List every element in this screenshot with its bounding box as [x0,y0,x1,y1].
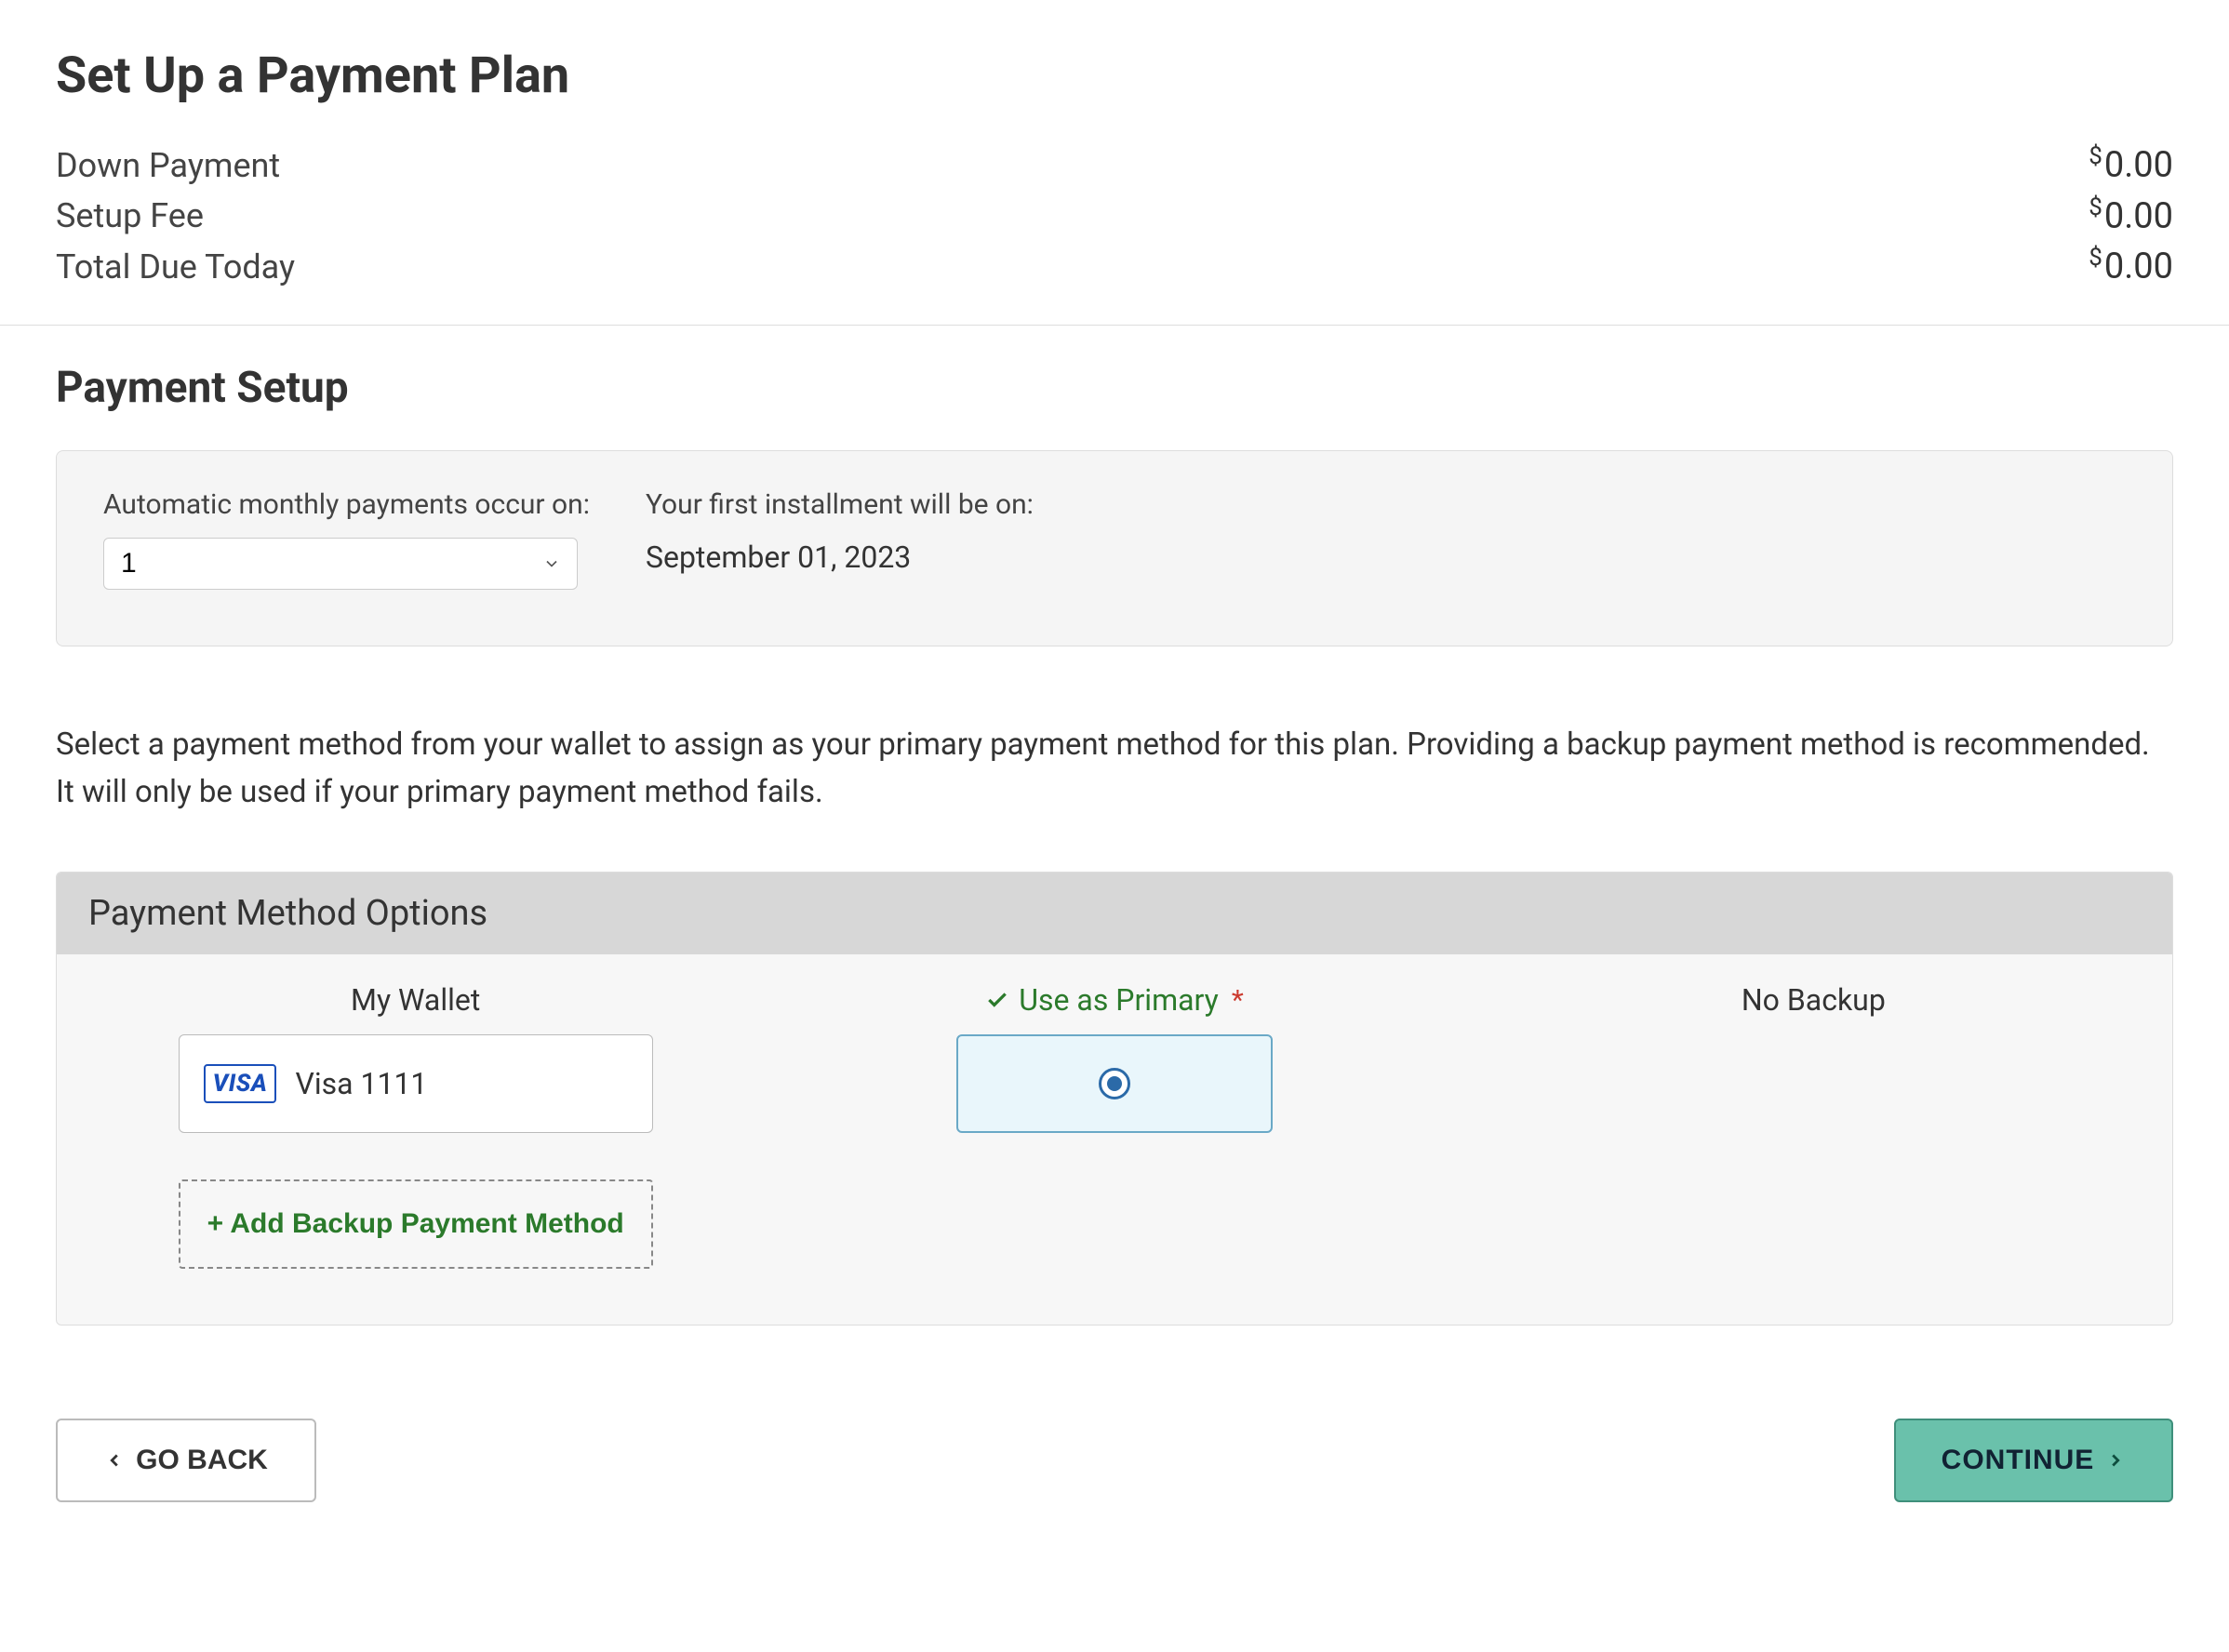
down-payment-amount: $0.00 [2089,142,2173,186]
use-as-primary-radio[interactable] [1099,1068,1130,1099]
payment-method-header: Payment Method Options [57,873,2172,954]
wallet-card[interactable]: VISA Visa 1111 [179,1034,653,1133]
check-icon [985,988,1009,1012]
page-title: Set Up a Payment Plan [56,47,2173,105]
total-due-row: Total Due Today $0.00 [56,244,2173,287]
add-backup-button[interactable]: + Add Backup Payment Method [179,1179,653,1269]
setup-fee-label: Setup Fee [56,196,204,235]
backup-column-header: No Backup [1742,982,1886,1034]
first-installment-label: Your first installment will be on: [646,488,1034,521]
continue-button[interactable]: CONTINUE [1894,1419,2173,1502]
setup-fee-row: Setup Fee $0.00 [56,193,2173,237]
payment-setup-title: Payment Setup [56,363,2173,413]
schedule-box: Automatic monthly payments occur on: 1 Y… [56,450,2173,646]
required-asterisk: * [1232,984,1244,1017]
help-text: Select a payment method from your wallet… [56,721,2173,816]
down-payment-label: Down Payment [56,146,280,185]
auto-payment-day-select[interactable]: 1 [103,538,578,590]
primary-column-header: Use as Primary * [985,982,1244,1034]
chevron-right-icon [2105,1450,2126,1471]
wallet-column-header: My Wallet [351,982,480,1034]
total-due-label: Total Due Today [56,247,295,286]
go-back-button[interactable]: GO BACK [56,1419,316,1502]
setup-fee-amount: $0.00 [2089,193,2173,237]
total-due-amount: $0.00 [2089,244,2173,287]
auto-payment-label: Automatic monthly payments occur on: [103,488,590,521]
visa-icon: VISA [204,1064,277,1103]
down-payment-row: Down Payment $0.00 [56,142,2173,186]
payment-method-box: Payment Method Options My Wallet Use as … [56,872,2173,1326]
divider [0,325,2229,326]
primary-radio-cell[interactable] [956,1034,1273,1133]
chevron-left-icon [104,1450,125,1471]
card-label: Visa 1111 [295,1066,427,1101]
first-installment-date: September 01, 2023 [646,538,1034,575]
